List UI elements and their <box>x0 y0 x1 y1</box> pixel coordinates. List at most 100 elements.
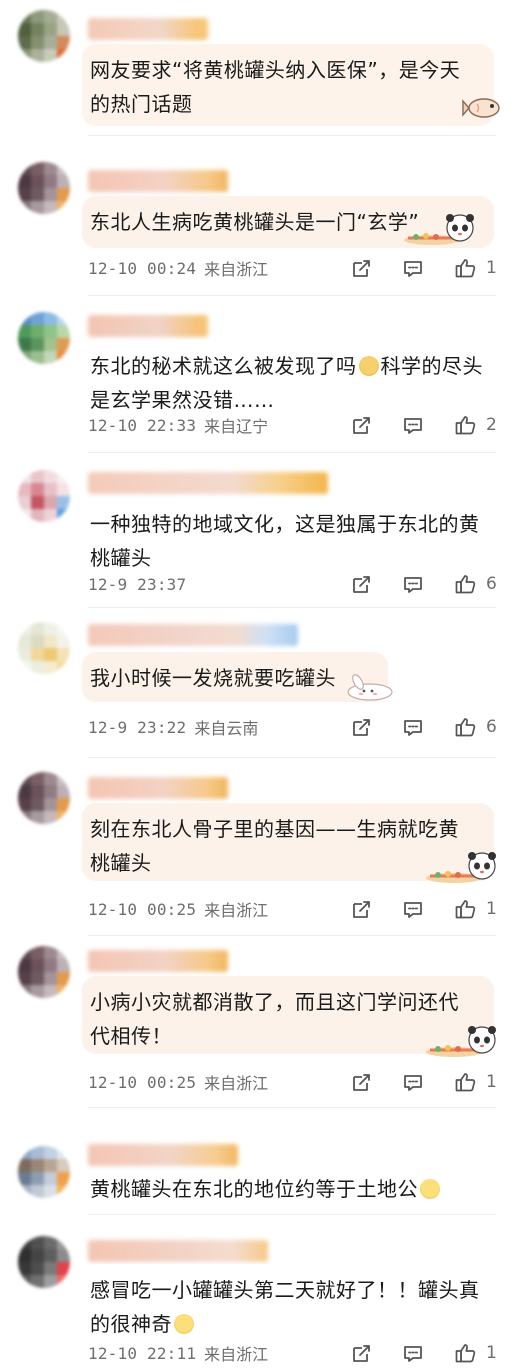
comment-icon[interactable] <box>402 1342 424 1364</box>
timestamp: 12-10 00:24 <box>88 258 197 278</box>
panda-sticker <box>426 1026 496 1057</box>
comment-meta: 12-10 00:24 来自浙江 1 <box>88 253 497 283</box>
timestamp: 12-10 22:33 <box>88 415 197 435</box>
avatar[interactable] <box>18 1236 70 1288</box>
rabbit-sticker <box>347 674 393 701</box>
smile-emoji <box>420 1179 440 1199</box>
comment-text-line: 黄桃罐头在东北的地位约等于土地公 <box>90 1172 484 1206</box>
action-bar: 1 <box>320 1071 497 1093</box>
comment-bubble: 我小时候一发烧就要吃罐头 <box>82 652 388 702</box>
comment-icon[interactable] <box>402 573 424 595</box>
repost-icon[interactable] <box>350 257 372 279</box>
like-button[interactable]: 2 <box>454 414 497 436</box>
divider <box>88 1214 496 1215</box>
comment-text-line: 刻在东北人骨子里的基因——生病就吃黄 <box>90 817 459 841</box>
comment-icon[interactable] <box>402 1071 424 1093</box>
comment-bubble: 一种独特的地域文化，这是独属于东北的黄 桃罐头 <box>82 498 494 570</box>
timestamp: 12-9 23:22 <box>88 717 187 737</box>
divider <box>88 1107 496 1108</box>
comment-icon[interactable] <box>402 898 424 920</box>
comment-meta: 12-10 22:11 来自浙江 1 <box>88 1338 497 1368</box>
action-bar: 6 <box>320 573 497 595</box>
comment-meta: 12-10 00:25 来自浙江 1 <box>88 894 497 924</box>
comment-icon[interactable] <box>402 257 424 279</box>
divider <box>88 607 496 608</box>
comment-text-part: 的很神奇 <box>90 1312 172 1336</box>
username[interactable] <box>88 950 228 972</box>
divider <box>88 452 496 453</box>
divider <box>88 295 496 296</box>
comment-icon[interactable] <box>402 414 424 436</box>
location: 来自浙江 <box>204 1074 269 1093</box>
comment-bubble: 东北的秘术就这么被发现了吗 科学的尽头 是玄学果然没错…… <box>82 340 494 412</box>
like-count: 1 <box>486 899 497 919</box>
location: 来自辽宁 <box>204 417 269 436</box>
repost-icon[interactable] <box>350 414 372 436</box>
avatar[interactable] <box>18 312 70 364</box>
username[interactable] <box>88 18 208 40</box>
divider <box>88 935 496 936</box>
divider <box>88 135 496 136</box>
like-button[interactable]: 6 <box>454 716 497 738</box>
avatar[interactable] <box>18 470 70 522</box>
like-button[interactable]: 1 <box>454 1071 497 1093</box>
avatar[interactable] <box>18 10 70 62</box>
repost-icon[interactable] <box>350 1071 372 1093</box>
username[interactable] <box>88 624 298 646</box>
like-count: 1 <box>486 1343 497 1363</box>
action-bar: 1 <box>320 1342 497 1364</box>
comment-text-line: 一种独特的地域文化，这是独属于东北的黄 <box>90 512 480 536</box>
action-bar: 1 <box>320 257 497 279</box>
thumbs-up-icon[interactable] <box>454 898 476 920</box>
thumbs-up-icon[interactable] <box>454 414 476 436</box>
location: 来自浙江 <box>204 260 269 279</box>
thumbs-up-icon[interactable] <box>454 573 476 595</box>
repost-icon[interactable] <box>350 898 372 920</box>
avatar[interactable] <box>18 1146 70 1198</box>
fish-sticker <box>462 98 500 118</box>
timestamp: 12-10 00:25 <box>88 1072 197 1092</box>
action-bar: 6 <box>320 716 497 738</box>
like-button[interactable]: 1 <box>454 1342 497 1364</box>
thumbs-up-icon[interactable] <box>454 1342 476 1364</box>
like-count: 6 <box>486 717 497 737</box>
repost-icon[interactable] <box>350 573 372 595</box>
comment-meta: 12-10 22:33 来自辽宁 2 <box>88 410 497 440</box>
location: 来自浙江 <box>204 1345 269 1364</box>
username[interactable] <box>88 472 328 494</box>
avatar[interactable] <box>18 772 70 824</box>
like-button[interactable]: 6 <box>454 573 497 595</box>
comment-meta: 12-9 23:22 来自云南 6 <box>88 712 497 742</box>
thumbs-up-icon[interactable] <box>454 257 476 279</box>
like-count: 2 <box>486 415 497 435</box>
repost-icon[interactable] <box>350 1342 372 1364</box>
comment-text-line: 我小时候一发烧就要吃罐头 <box>90 666 336 690</box>
like-button[interactable]: 1 <box>454 257 497 279</box>
like-button[interactable]: 1 <box>454 898 497 920</box>
cry-emoji <box>174 1314 194 1334</box>
comment-meta: 12-10 00:25 来自浙江 1 <box>88 1067 497 1097</box>
comment-text-line: 小病小灾就都消散了，而且这门学问还代 <box>90 990 459 1014</box>
thumbs-up-icon[interactable] <box>454 1071 476 1093</box>
comment-text-line: 东北的秘术就这么被发现了吗 科学的尽头 <box>90 349 484 383</box>
avatar[interactable] <box>18 162 70 214</box>
timestamp: 12-9 23:37 <box>88 574 187 594</box>
username[interactable] <box>88 170 228 192</box>
comment-text-line: 网友要求“将黄桃罐头纳入医保”，是今天 <box>90 58 461 82</box>
like-count: 1 <box>486 258 497 278</box>
divider <box>88 757 496 758</box>
username[interactable] <box>88 315 208 337</box>
thumbs-up-icon[interactable] <box>454 716 476 738</box>
username[interactable] <box>88 1240 268 1262</box>
username[interactable] <box>88 1144 238 1166</box>
username[interactable] <box>88 777 228 799</box>
repost-icon[interactable] <box>350 716 372 738</box>
comment-bubble: 网友要求“将黄桃罐头纳入医保”，是今天 的热门话题 <box>82 44 494 126</box>
comment-text-line: 感冒吃一小罐罐头第二天就好了！！罐头真 <box>90 1278 480 1302</box>
dog-emoji <box>358 356 379 376</box>
comment-icon[interactable] <box>402 716 424 738</box>
panda-sticker <box>426 852 496 883</box>
avatar[interactable] <box>18 946 70 998</box>
avatar[interactable] <box>18 622 70 674</box>
comment-text-part: 东北的秘术就这么被发现了吗 <box>90 354 357 378</box>
